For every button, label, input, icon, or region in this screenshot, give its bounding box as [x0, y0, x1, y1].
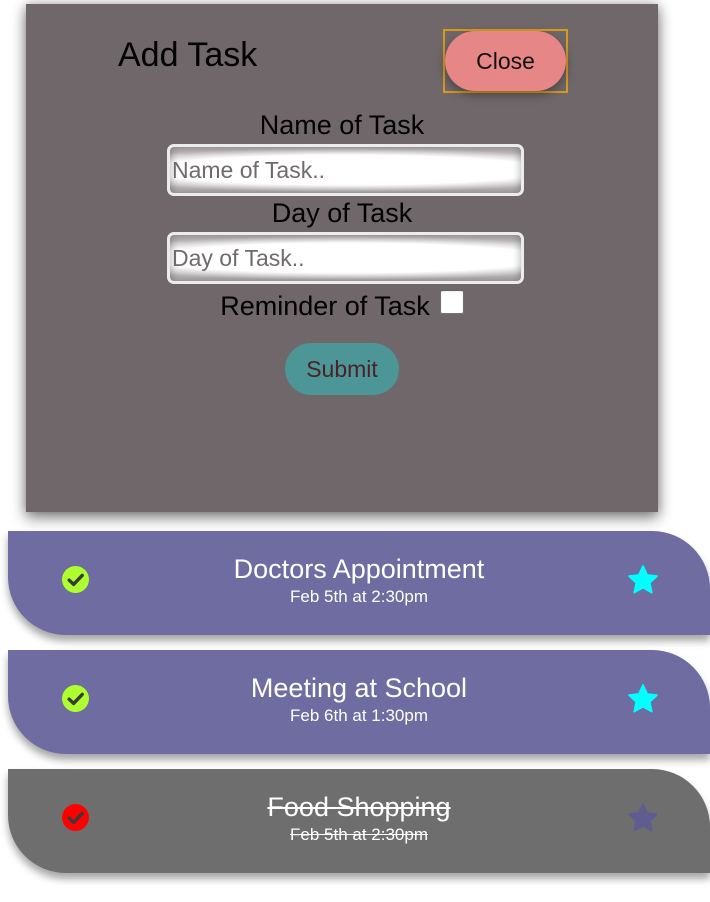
modal-title: Add Task — [118, 36, 258, 74]
task-date: Feb 5th at 2:30pm — [290, 587, 428, 606]
reminder-row: Reminder of Task — [26, 290, 658, 326]
task-card[interactable]: Doctors Appointment Feb 5th at 2:30pm — [8, 531, 710, 635]
task-name-label: Name of Task — [259, 110, 425, 140]
close-button[interactable]: Close — [445, 31, 566, 91]
task-title: Meeting at School — [250, 673, 468, 703]
task-card[interactable]: Food Shopping Feb 5th at 2:30pm — [8, 769, 710, 873]
task-day-input[interactable] — [167, 232, 524, 284]
star-icon[interactable] — [627, 683, 659, 715]
task-day-label: Day of Task — [271, 198, 413, 228]
close-button-focus-outline: Close — [443, 29, 568, 93]
task-name-input[interactable] — [167, 144, 524, 196]
submit-button[interactable]: Submit — [285, 343, 399, 395]
task-title: Food Shopping — [267, 792, 451, 822]
reminder-label: Reminder of Task — [220, 291, 430, 321]
task-date: Feb 6th at 1:30pm — [290, 706, 428, 725]
add-task-modal: Add Task Close Name of Task Day of Task … — [26, 4, 658, 512]
task-title: Doctors Appointment — [233, 554, 485, 584]
star-icon[interactable] — [627, 802, 659, 834]
star-icon[interactable] — [627, 564, 659, 596]
task-card[interactable]: Meeting at School Feb 6th at 1:30pm — [8, 650, 710, 754]
reminder-checkbox[interactable] — [439, 290, 464, 314]
task-date: Feb 5th at 2:30pm — [290, 825, 428, 844]
